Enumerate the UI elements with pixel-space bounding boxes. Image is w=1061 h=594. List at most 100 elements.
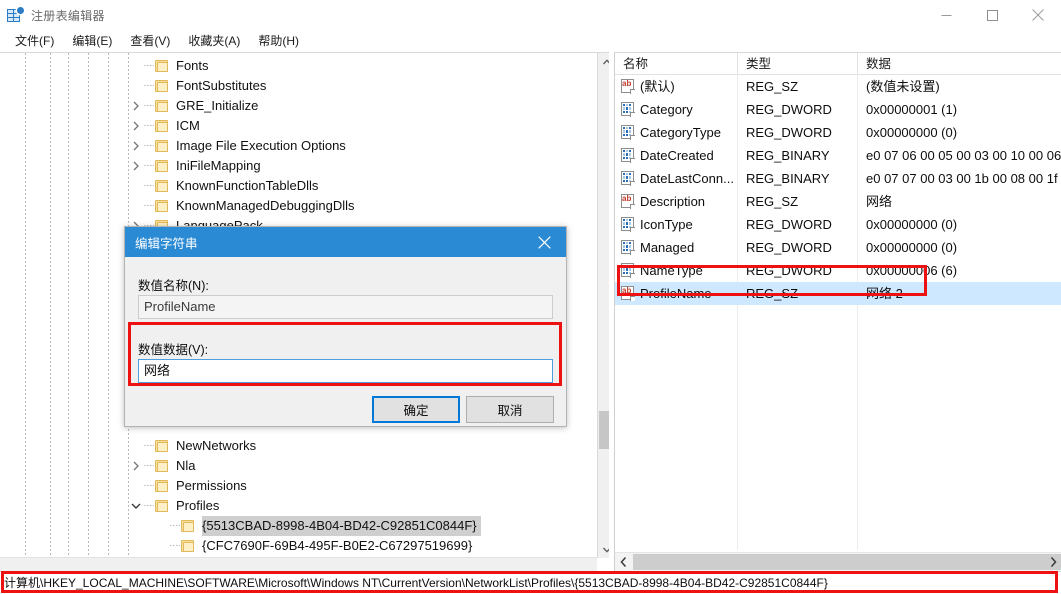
minimize-button[interactable]: [923, 0, 969, 30]
tree-connector: [144, 76, 154, 96]
menu-item-file[interactable]: 文件(F): [6, 31, 63, 51]
values-row-container: ab(默认)REG_SZ(数值未设置)Category REG_DWORD 0x00…: [615, 75, 1061, 305]
tree-node-label: Fonts: [176, 56, 213, 76]
folder-icon: [180, 519, 196, 533]
tree-node-label: {CFC7690F-69B4-495F-B0E2-C67297519699}: [202, 536, 476, 556]
tree-node[interactable]: KnownFunctionTableDlls: [0, 176, 359, 196]
table-row[interactable]: ab(默认)REG_SZ(数值未设置): [615, 75, 1061, 98]
table-row[interactable]: ManagedREG_DWORD0x00000000 (0): [615, 236, 1061, 259]
chevron-right-icon[interactable]: [128, 456, 144, 476]
table-row[interactable]: NameTypeREG_DWORD0x00000006 (6): [615, 259, 1061, 282]
cancel-button[interactable]: 取消: [466, 396, 554, 423]
table-row[interactable]: IconTypeREG_DWORD0x00000000 (0): [615, 213, 1061, 236]
cell-data: 网络: [866, 190, 1061, 213]
dialog-title: 编辑字符串: [125, 233, 198, 252]
chevron-right-icon[interactable]: [128, 116, 144, 136]
tree-node[interactable]: NewNetworks: [0, 436, 481, 456]
tree-node-group-upper: FontsFontSubstitutesGRE_InitializeICMIma…: [0, 56, 359, 236]
table-row[interactable]: DateCreatedREG_BINARYe0 07 06 00 05 00 0…: [615, 144, 1061, 167]
tree-horizontal-scrollbar[interactable]: [0, 557, 597, 571]
cell-type: REG_DWORD: [746, 259, 856, 282]
table-row[interactable]: abProfileNameREG_SZ网络 2: [615, 282, 1061, 305]
tree-node[interactable]: KnownManagedDebuggingDlls: [0, 196, 359, 216]
values-scrollbar-thumb[interactable]: [633, 554, 1061, 570]
tree-connector: [144, 196, 154, 216]
value-name-input[interactable]: ProfileName: [138, 295, 553, 319]
maximize-button[interactable]: [969, 0, 1015, 30]
tree-node-label: {5513CBAD-8998-4B04-BD42-C92851C0844F}: [202, 516, 481, 536]
tree-node[interactable]: Profiles: [0, 496, 481, 516]
window-controls: [923, 0, 1061, 30]
tree-node[interactable]: ICM: [0, 116, 359, 136]
tree-node[interactable]: {5513CBAD-8998-4B04-BD42-C92851C0844F}: [0, 516, 481, 536]
tree-node[interactable]: Image File Execution Options: [0, 136, 359, 156]
menu-item-view[interactable]: 查看(V): [121, 31, 179, 51]
registry-values-pane[interactable]: 名称 类型 数据 ab(默认)REG_SZ(数值未设置)Category REG_…: [614, 52, 1061, 571]
cell-type: REG_SZ: [746, 75, 856, 98]
cell-type: REG_BINARY: [746, 167, 856, 190]
edit-string-dialog[interactable]: 编辑字符串 数值名称(N): ProfileName 数值数据(V): 网络 确…: [124, 226, 567, 427]
tree-node[interactable]: FontSubstitutes: [0, 76, 359, 96]
tree-node-label: GRE_Initialize: [176, 96, 262, 116]
column-header-data[interactable]: 数据: [858, 53, 1061, 75]
values-list: ab(默认)REG_SZ(数值未设置)Category REG_DWORD 0x00…: [615, 75, 1061, 550]
dialog-title-bar: 编辑字符串: [125, 227, 566, 257]
tree-node[interactable]: Permissions: [0, 476, 481, 496]
window-title: 注册表编辑器: [31, 7, 105, 24]
cell-type: REG_DWORD: [746, 98, 856, 121]
cell-name: CategoryType: [640, 121, 736, 144]
cell-type: REG_DWORD: [746, 213, 856, 236]
values-column-header: 名称 类型 数据: [615, 53, 1061, 75]
cell-data: e0 07 06 00 05 00 03 00 10 00 06: [866, 144, 1061, 167]
table-row[interactable]: abDescriptionREG_SZ网络: [615, 190, 1061, 213]
tree-line-icon: [154, 516, 170, 536]
chevron-right-icon[interactable]: [128, 156, 144, 176]
title-bar: 注册表编辑器: [0, 0, 1061, 30]
menu-item-help[interactable]: 帮助(H): [249, 31, 308, 51]
folder-icon: [154, 59, 170, 73]
tree-line-icon: [154, 536, 170, 556]
table-row[interactable]: CategoryREG_DWORD0x00000001 (1): [615, 98, 1061, 121]
values-scroll-right-button[interactable]: [1045, 553, 1061, 571]
cell-name: NameType: [640, 259, 736, 282]
tree-connector: [144, 56, 154, 76]
column-header-name[interactable]: 名称: [615, 53, 738, 75]
string-value-icon: ab: [621, 194, 635, 209]
menu-item-view-label: 查看(V): [130, 34, 170, 48]
binary-value-icon: [621, 171, 635, 186]
folder-icon: [154, 99, 170, 113]
chevron-down-icon[interactable]: [128, 496, 144, 516]
registry-editor-window: 注册表编辑器 文件(F) 编辑(E) 查看(V) 收藏夹(A) 帮助(H): [0, 0, 1061, 594]
tree-node[interactable]: IniFileMapping: [0, 156, 359, 176]
ok-button[interactable]: 确定: [372, 396, 460, 423]
tree-node[interactable]: {CFC7690F-69B4-495F-B0E2-C67297519699}: [0, 536, 481, 556]
table-row[interactable]: DateLastConn...REG_BINARYe0 07 07 00 03 …: [615, 167, 1061, 190]
tree-node[interactable]: GRE_Initialize: [0, 96, 359, 116]
tree-connector: [144, 496, 154, 516]
close-button[interactable]: [1015, 0, 1061, 30]
table-row[interactable]: CategoryTypeREG_DWORD0x00000000 (0): [615, 121, 1061, 144]
registry-icon: [7, 7, 23, 23]
folder-icon: [154, 159, 170, 173]
values-scroll-left-button[interactable]: [615, 553, 632, 571]
menu-item-edit[interactable]: 编辑(E): [63, 31, 121, 51]
cell-name: Category: [640, 98, 736, 121]
values-horizontal-scrollbar[interactable]: [615, 552, 1061, 571]
tree-node-label: Image File Execution Options: [176, 136, 350, 156]
cell-data: 0x00000000 (0): [866, 213, 1061, 236]
chevron-right-icon[interactable]: [128, 136, 144, 156]
tree-node-label: NewNetworks: [176, 436, 260, 456]
tree-node[interactable]: Nla: [0, 456, 481, 476]
cell-type: REG_SZ: [746, 190, 856, 213]
tree-node-label: IniFileMapping: [176, 156, 265, 176]
cell-data: 0x00000000 (0): [866, 236, 1061, 259]
menu-item-favorites[interactable]: 收藏夹(A): [179, 31, 249, 51]
tree-connector: [144, 456, 154, 476]
cell-data: 0x00000000 (0): [866, 121, 1061, 144]
chevron-right-icon[interactable]: [128, 96, 144, 116]
column-header-type[interactable]: 类型: [738, 53, 858, 75]
tree-node[interactable]: Fonts: [0, 56, 359, 76]
close-icon[interactable]: [522, 227, 566, 257]
binary-value-icon: [621, 125, 635, 140]
value-data-input[interactable]: 网络: [138, 359, 553, 383]
